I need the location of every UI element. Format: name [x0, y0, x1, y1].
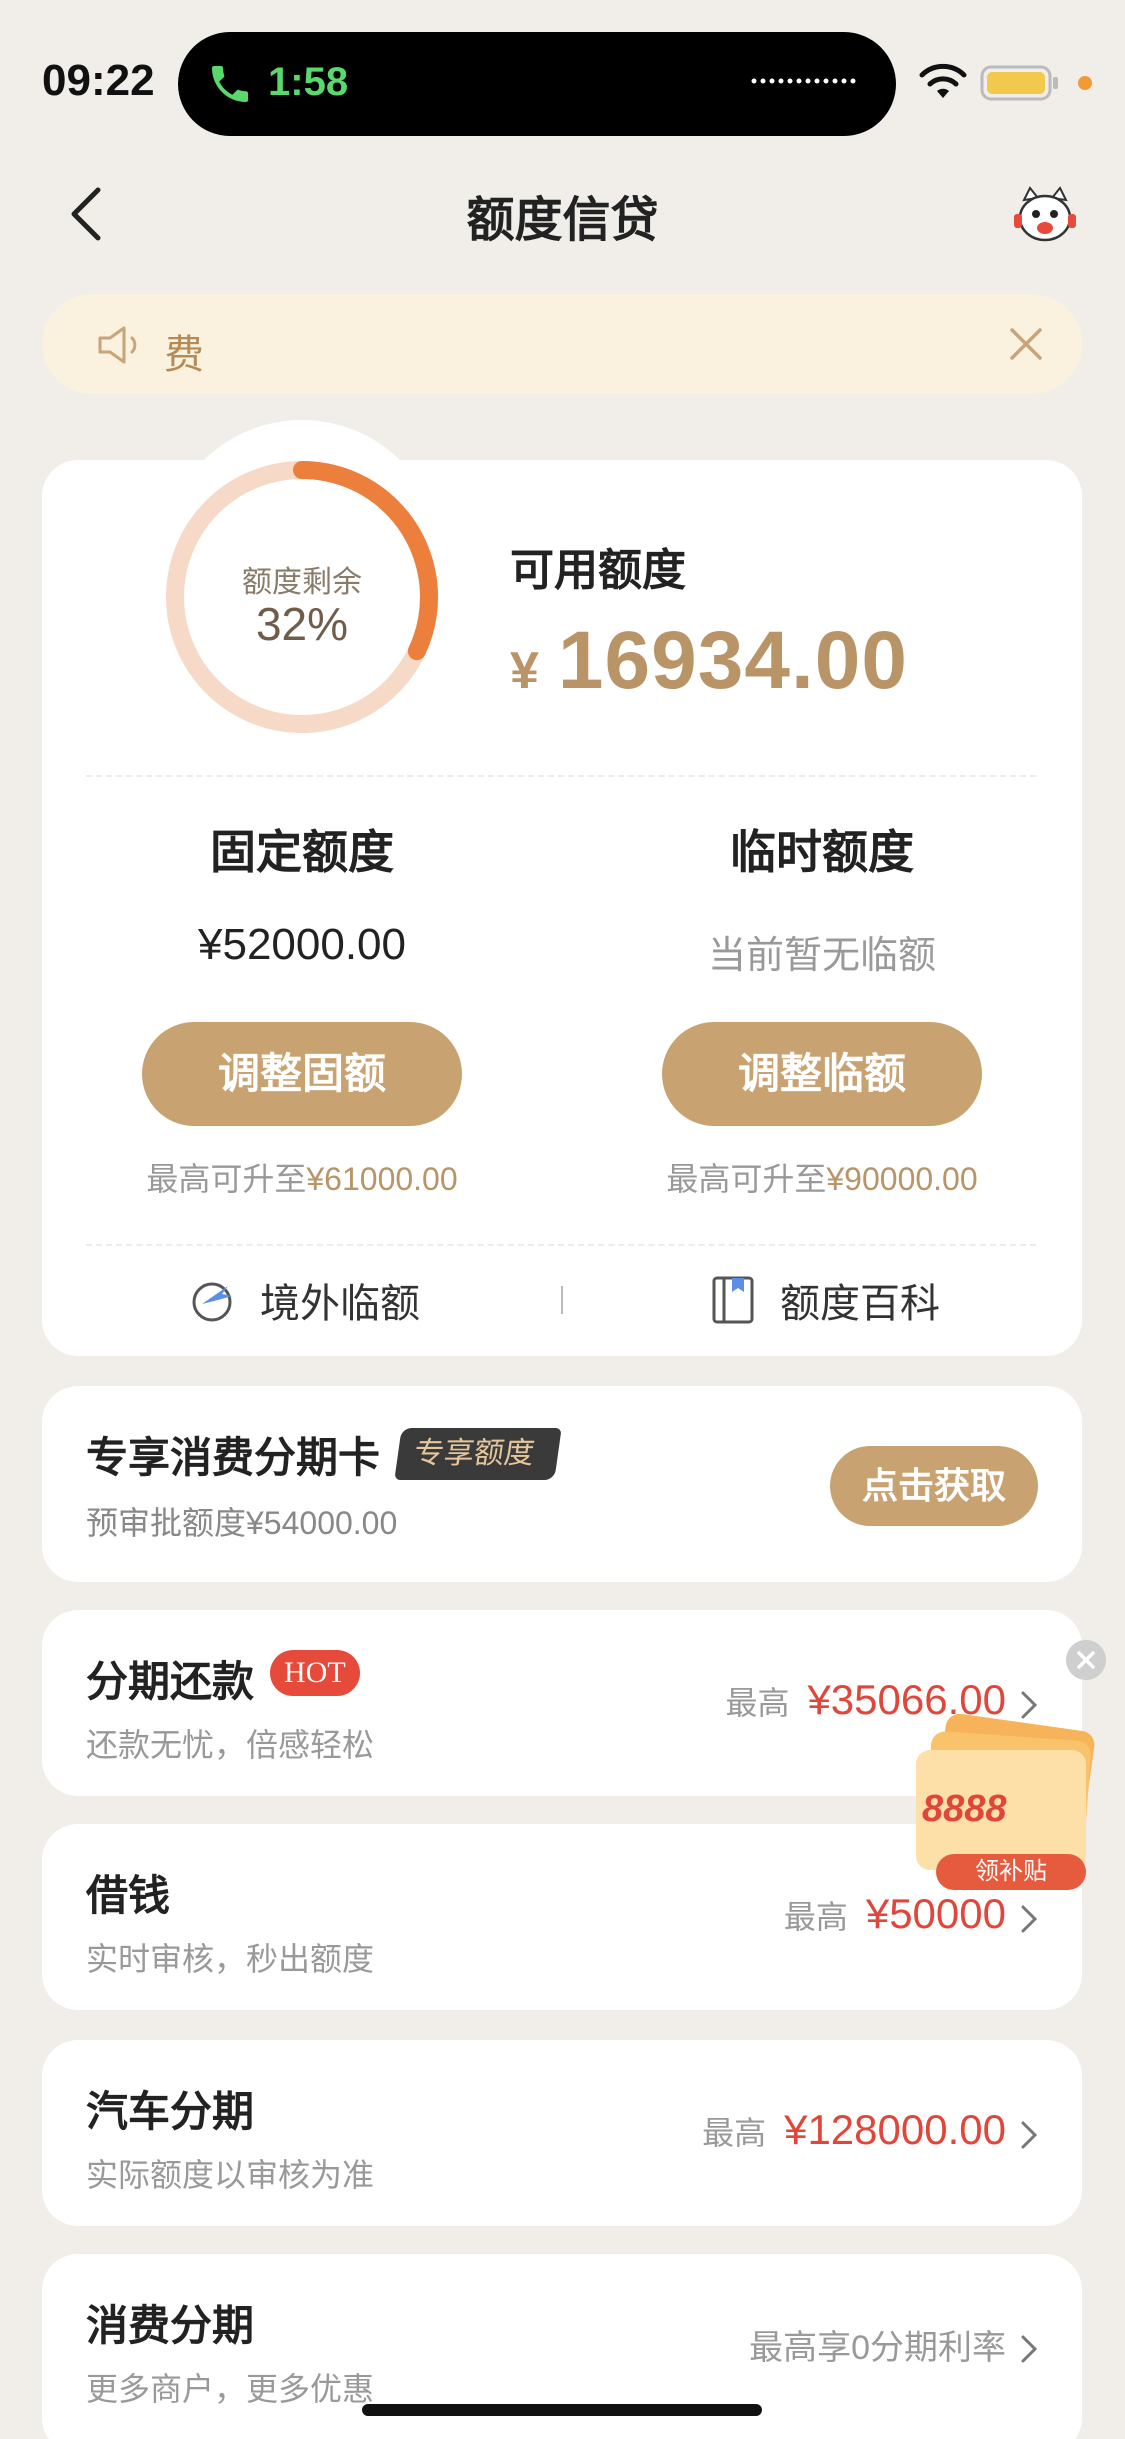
privacy-indicator-dot: [1078, 76, 1092, 90]
dynamic-island-call[interactable]: 1:58: [178, 32, 896, 136]
row-rate: 最高享0分期利率: [749, 2329, 1006, 2367]
row-prefix: 最高: [725, 1685, 790, 1721]
home-indicator: [362, 2404, 762, 2416]
fixed-max-note: 最高可升至¥61000.00: [102, 1154, 502, 1200]
currency-symbol: ¥: [510, 642, 540, 700]
ring-label: 额度剩余: [242, 566, 362, 599]
pre-approved-amount: 预审批额度¥54000.00: [86, 1505, 398, 1541]
remaining-credit-ring: 额度剩余 32%: [162, 457, 442, 737]
chevron-right-icon: [1021, 2121, 1038, 2149]
notice-bar[interactable]: 费: [42, 294, 1082, 394]
chevron-right-icon: [1021, 2335, 1038, 2363]
hot-badge: HOT: [270, 1650, 360, 1696]
row-subtitle: 更多商户，更多优惠: [86, 2371, 375, 2407]
ring-percent: 32%: [255, 598, 349, 650]
status-time: 09:22: [42, 56, 155, 105]
credit-wiki-link[interactable]: 额度百科: [708, 1270, 940, 1330]
exclusive-card-title: 专享消费分期卡: [86, 1434, 381, 1481]
waveform-icon: [751, 78, 856, 84]
call-duration: 1:58: [268, 60, 349, 104]
row-title: 借钱: [86, 1872, 171, 1919]
temporary-credit-value: 当前暂无临额: [707, 935, 936, 977]
fixed-note-prefix: 最高可升至: [146, 1161, 307, 1197]
row-subtitle: 实际额度以审核为准: [86, 2157, 375, 2193]
available-credit-amount: ¥16934.00: [510, 614, 908, 708]
close-icon[interactable]: [1006, 324, 1046, 364]
row-max-amount: 最高 ¥128000.00: [702, 2106, 1006, 2154]
fixed-credit-title: 固定额度: [210, 826, 394, 878]
wifi-icon: [919, 63, 967, 98]
status-bar: 09:22 1:58: [0, 0, 1125, 160]
page-title: 额度信贷: [466, 194, 659, 247]
fixed-note-amount: ¥61000.00: [306, 1161, 458, 1197]
overseas-link-label: 境外临额: [260, 1282, 420, 1326]
available-amount-value: 16934.00: [557, 615, 908, 706]
row-rate-info: 最高享0分期利率: [749, 2320, 1006, 2369]
adjust-temporary-button[interactable]: 调整临额: [662, 1022, 982, 1126]
row-title: 分期还款: [86, 1658, 255, 1705]
get-now-button[interactable]: 点击获取: [830, 1446, 1038, 1526]
dashed-divider: [86, 775, 1036, 777]
wiki-link-label: 额度百科: [780, 1282, 940, 1326]
row-prefix: 最高: [783, 1899, 848, 1935]
exclusive-credit-tag: 专享额度: [394, 1428, 562, 1480]
book-icon: [712, 1276, 754, 1324]
mascot-assistant-icon[interactable]: [1010, 186, 1080, 246]
row-subtitle: 实时审核，秒出额度: [86, 1941, 375, 1977]
row-prefix: 最高: [702, 2115, 767, 2151]
available-credit-label: 可用额度: [510, 546, 686, 595]
row-title: 消费分期: [86, 2302, 255, 2349]
row-amount: ¥128000.00: [784, 2106, 1006, 2153]
speaker-icon: [98, 326, 137, 364]
floating-amount: 8888: [922, 1788, 1007, 1830]
list-item-car-installment[interactable]: 汽车分期 实际额度以审核为准 最高 ¥128000.00: [42, 2040, 1082, 2226]
fixed-credit-value: ¥52000.00: [198, 920, 406, 969]
row-max-amount: 最高 ¥50000: [784, 1890, 1006, 1938]
plane-globe-icon: [192, 1282, 232, 1322]
link-separator: [561, 1286, 563, 1314]
battery-icon: [980, 65, 1058, 101]
overseas-temp-credit-link[interactable]: 境外临额: [188, 1270, 420, 1330]
phone-icon: [212, 66, 248, 102]
notice-text: 费: [164, 333, 204, 377]
floating-subsidy-coupon[interactable]: 8888 领补贴: [910, 1702, 1120, 1892]
temporary-note-amount: ¥90000.00: [826, 1161, 978, 1197]
temporary-note-prefix: 最高可升至: [666, 1161, 827, 1197]
exclusive-installment-card[interactable]: 专享消费分期卡 专享额度 预审批额度¥54000.00 点击获取: [42, 1386, 1082, 1582]
floating-label: 领补贴: [936, 1854, 1086, 1890]
floating-close-icon[interactable]: [1066, 1640, 1106, 1680]
row-title: 汽车分期: [86, 2088, 255, 2135]
temporary-max-note: 最高可升至¥90000.00: [622, 1154, 1022, 1200]
row-subtitle: 还款无忧，倍感轻松: [86, 1727, 375, 1763]
row-amount: ¥50000: [865, 1890, 1006, 1937]
temporary-credit-title: 临时额度: [730, 826, 914, 878]
dashed-divider: [86, 1244, 1036, 1246]
adjust-fixed-button[interactable]: 调整固额: [142, 1022, 462, 1126]
chevron-right-icon: [1021, 1905, 1038, 1933]
